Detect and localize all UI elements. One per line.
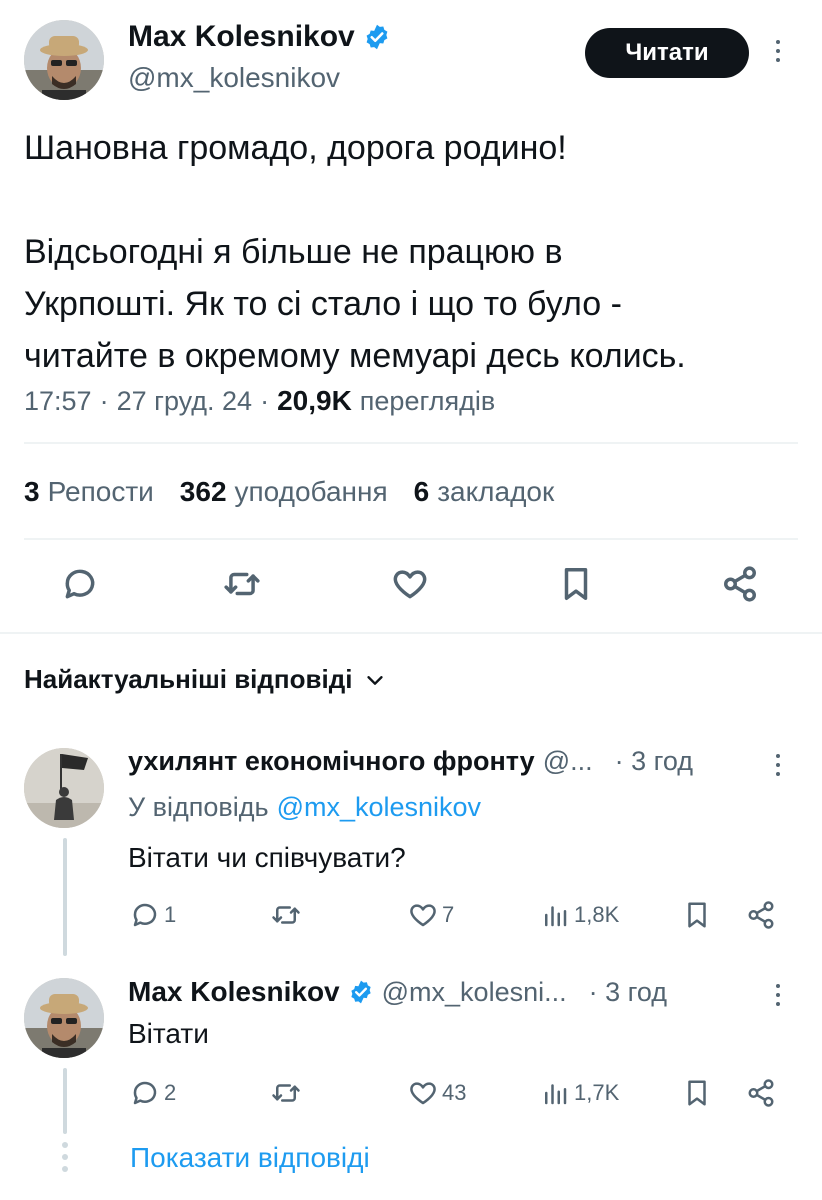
- meta-separator: ·: [260, 386, 270, 416]
- more-icon[interactable]: [776, 984, 780, 1006]
- tweet-text-line: Шановна громадо, дорога родино!: [24, 129, 567, 167]
- repost-icon: [272, 1084, 300, 1102]
- reply-avatar[interactable]: [24, 978, 104, 1058]
- show-replies-link[interactable]: Показати відповіді: [130, 1142, 370, 1174]
- chevron-down-icon: [367, 675, 384, 685]
- reply-count: 2: [164, 1080, 177, 1105]
- reply-time[interactable]: · 3 год: [615, 746, 693, 777]
- tweet-text-line: читайте в окремому мемуарі десь колись.: [24, 337, 686, 375]
- meta-separator: ·: [99, 386, 109, 416]
- reply-like-button[interactable]: 43: [408, 1078, 466, 1108]
- share-icon: [748, 1079, 774, 1107]
- tweet-meta: 17:57 · 27 груд. 24 · 20,9K переглядів: [24, 385, 495, 417]
- share-icon[interactable]: [716, 560, 764, 608]
- bookmark-icon[interactable]: [552, 560, 600, 608]
- reply-handle[interactable]: @mx_kolesni...: [382, 977, 567, 1008]
- divider: [24, 442, 798, 444]
- reply-avatar[interactable]: [24, 748, 104, 828]
- reply-bookmark-button[interactable]: [682, 1078, 712, 1108]
- reply-reply-button[interactable]: 2: [130, 1078, 176, 1108]
- more-icon[interactable]: [776, 40, 780, 62]
- tweet-text-line: Відсьогодні я більше не працюю в: [24, 233, 563, 271]
- reply-icon[interactable]: [56, 560, 104, 608]
- reply-text: Вітати: [128, 1018, 209, 1049]
- reposts-stat[interactable]: 3 Репости: [24, 476, 154, 508]
- section-divider: [0, 632, 822, 634]
- reply-icon: [133, 1081, 157, 1105]
- tweet-time[interactable]: 17:57: [24, 386, 92, 417]
- thread-line: [63, 838, 67, 956]
- verified-badge-icon: [366, 24, 388, 50]
- reply-repost-button[interactable]: [270, 900, 302, 930]
- reply-bookmark-button[interactable]: [682, 900, 712, 930]
- likes-stat[interactable]: 362 уподобання: [180, 476, 388, 508]
- author-name[interactable]: Max Kolesnikov: [128, 20, 355, 54]
- tweet-text-line: Укрпошті. Як то сі стало і що то було -: [24, 285, 622, 323]
- reply-author-name[interactable]: ухилянт економічного фронту: [128, 746, 535, 777]
- views-count: 20,9K: [277, 385, 352, 416]
- reply-handle[interactable]: @...: [543, 746, 593, 777]
- verified-badge-icon: [350, 980, 371, 1004]
- thread-line: [63, 1068, 67, 1134]
- replying-to-prefix: У відповідь: [128, 792, 269, 822]
- views-icon: [545, 1084, 567, 1105]
- like-count: 43: [442, 1080, 467, 1105]
- like-icon[interactable]: [386, 560, 434, 608]
- reply-icon: [133, 903, 157, 927]
- tweet-date[interactable]: 27 груд. 24: [117, 386, 253, 417]
- bookmark-icon: [688, 1080, 706, 1106]
- repost-icon: [272, 906, 300, 924]
- reply-like-button[interactable]: 7: [408, 900, 454, 930]
- reply-count: 1: [164, 902, 177, 927]
- bookmarks-stat[interactable]: 6 закладок: [414, 476, 555, 508]
- author-handle[interactable]: @mx_kolesnikov: [128, 62, 340, 94]
- replies-sort-label: Найактуальніші відповіді: [24, 664, 353, 694]
- thread-dots: [62, 1142, 68, 1172]
- like-count: 7: [442, 902, 455, 927]
- follow-button[interactable]: Читати: [585, 28, 749, 78]
- replying-to-handle[interactable]: @mx_kolesnikov: [277, 792, 481, 823]
- reply-text: Вітати чи співчувати?: [128, 842, 406, 873]
- like-icon: [410, 904, 436, 927]
- engagement-stats: 3 Репости 362 уподобання 6 закладок: [24, 476, 554, 508]
- reply-views-button[interactable]: 1,7K: [540, 1078, 619, 1108]
- reply-author-name[interactable]: Max Kolesnikov: [128, 976, 340, 1008]
- reply-reply-button[interactable]: 1: [130, 900, 176, 930]
- tweet-text: Шановна громадо, дорога родино! Відсього…: [24, 122, 804, 382]
- reply-share-button[interactable]: [746, 1078, 776, 1108]
- author-avatar[interactable]: [24, 20, 104, 100]
- bookmark-icon: [688, 902, 706, 928]
- like-icon: [410, 1082, 436, 1105]
- more-icon[interactable]: [776, 754, 780, 776]
- views-label: переглядів: [359, 386, 496, 416]
- reply-time[interactable]: · 3 год: [589, 977, 667, 1008]
- views-icon: [545, 906, 567, 927]
- reply-share-button[interactable]: [746, 900, 776, 930]
- view-count: 1,8K: [574, 902, 620, 927]
- reply-views-button[interactable]: 1,8K: [540, 900, 619, 930]
- view-count: 1,7K: [574, 1080, 620, 1105]
- replies-sort-dropdown[interactable]: Найактуальніші відповіді: [24, 664, 386, 695]
- reply-repost-button[interactable]: [270, 1078, 302, 1108]
- divider: [24, 538, 798, 540]
- share-icon: [748, 901, 774, 929]
- repost-icon[interactable]: [218, 560, 266, 608]
